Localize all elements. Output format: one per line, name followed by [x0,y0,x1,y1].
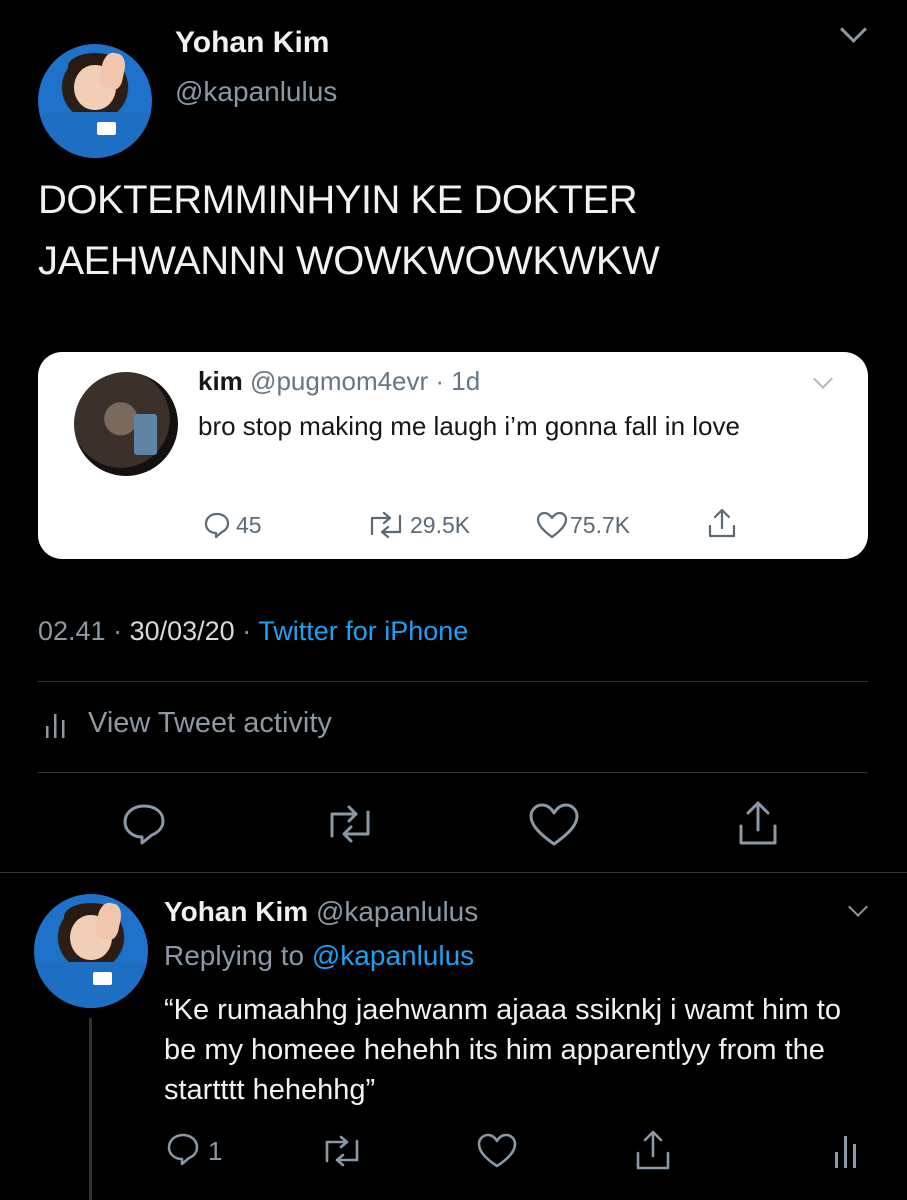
share-icon[interactable] [736,798,780,848]
quoted-tweet-age: · 1d [435,366,481,396]
quoted-author-avatar[interactable] [74,372,178,476]
activity-bars-icon[interactable] [832,1130,860,1170]
quoted-retweet-count: 29.5K [410,512,471,538]
reply-chevron-down-icon[interactable] [848,897,868,917]
reply-author-avatar[interactable] [34,894,148,1008]
heart-icon[interactable] [528,802,580,848]
quoted-author-handle[interactable]: @pugmom4evr [250,366,428,396]
reply-text: “Ke rumaahhg jaehwanm ajaaa ssiknkj i wa… [164,994,841,1106]
tweet-date: 30/03/20 [129,616,235,646]
retweet-icon[interactable] [322,804,378,844]
tweet-source-link[interactable]: Twitter for iPhone [258,616,468,646]
reply-icon[interactable] [120,802,168,846]
thread-line [89,1018,92,1200]
share-icon[interactable] [706,506,738,540]
retweet-icon[interactable] [318,1134,366,1168]
quoted-like-count: 75.7K [570,512,631,538]
tweet-text: DOKTERMMINHYIN KE DOKTER JAEHWANNN WOWKW… [38,178,660,283]
divider [38,772,868,773]
view-tweet-activity-label: View Tweet activity [88,707,332,739]
quoted-chevron-down-icon[interactable] [813,369,833,389]
reply-author-handle[interactable]: @kapanlulus [316,896,478,927]
quoted-author-name[interactable]: kim [198,366,243,396]
share-icon[interactable] [634,1128,672,1172]
heart-icon[interactable] [476,1132,518,1170]
author-handle[interactable]: @kapanlulus [175,76,337,108]
author-name[interactable]: Yohan Kim [175,26,329,60]
replying-to-prefix: Replying to [164,940,305,971]
activity-bars-icon [46,713,65,738]
divider [38,681,868,682]
reply-count: 1 [208,1136,223,1166]
author-avatar[interactable] [38,44,152,158]
retweet-icon[interactable] [364,510,408,540]
quoted-tweet-text: bro stop making me laugh i’m gonna fall … [198,411,740,441]
reply-icon[interactable] [165,1132,201,1168]
quoted-reply-count: 45 [236,512,262,538]
tweet-detail-screen: Yohan Kim @kapanlulus DOKTERMMINHYIN KE … [0,0,907,1200]
tweet-metadata: 02.41 · 30/03/20 · Twitter for iPhone [38,616,468,647]
view-tweet-activity[interactable]: View Tweet activity [44,707,332,740]
replying-to-link[interactable]: @kapanlulus [312,940,474,971]
tweet-time: 02.41 [38,616,106,646]
reply-author-name[interactable]: Yohan Kim [164,896,308,927]
meta-separator: · [113,616,130,646]
divider [0,872,907,873]
chevron-down-icon[interactable] [840,16,867,43]
heart-icon[interactable] [536,510,568,540]
quoted-tweet-card[interactable]: kim @pugmom4evr · 1d bro stop making me … [38,352,868,559]
reply-icon[interactable] [202,510,232,540]
meta-separator: · [242,616,259,646]
